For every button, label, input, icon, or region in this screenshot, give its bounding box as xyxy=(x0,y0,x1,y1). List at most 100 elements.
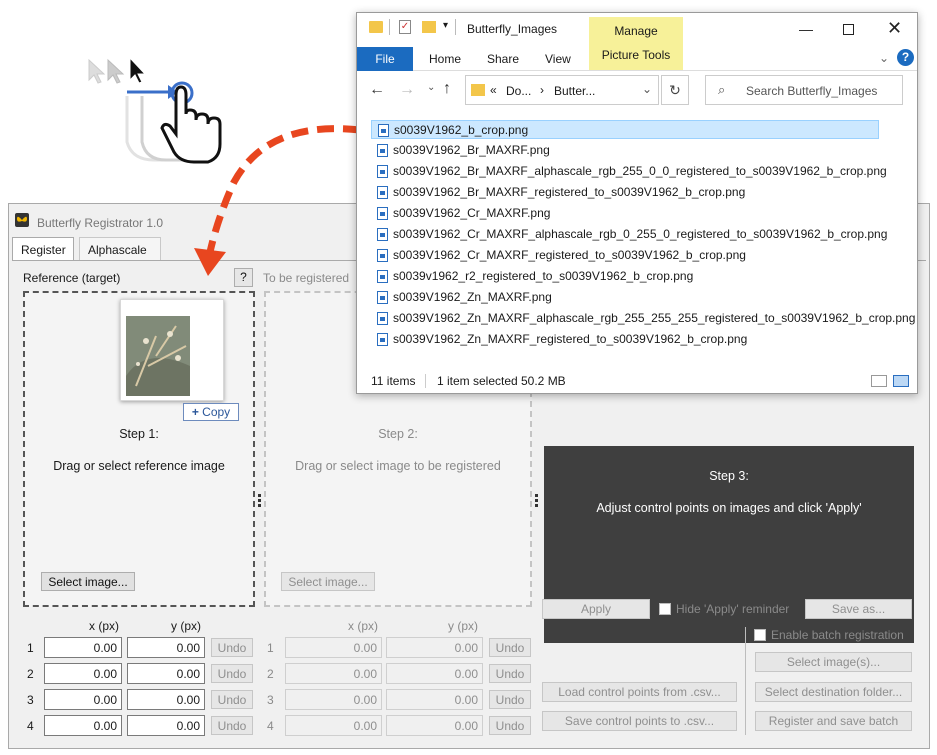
address-dropdown-icon[interactable]: ⌄ xyxy=(642,82,652,96)
quick-access-dropdown-icon[interactable]: ▾ xyxy=(443,20,448,31)
maximize-icon[interactable] xyxy=(843,24,854,35)
window-title: Butterfly_Images xyxy=(467,22,558,36)
ref-y-field[interactable]: 0.00 xyxy=(127,715,205,736)
minimize-icon[interactable]: — xyxy=(799,21,813,37)
file-item[interactable]: s0039V1962_Br_MAXRF_alphascale_rgb_255_0… xyxy=(371,162,887,181)
reg-x-field[interactable]: 0.00 xyxy=(285,663,382,684)
address-part[interactable]: Do... xyxy=(506,84,531,98)
file-item[interactable]: s0039V1962_Zn_MAXRF.png xyxy=(371,288,879,307)
tab-home[interactable]: Home xyxy=(429,52,461,66)
save-csv-button[interactable]: Save control points to .csv... xyxy=(542,711,737,731)
address-bar[interactable]: « Do... › Butter... ⌄ xyxy=(465,75,659,105)
tab-view[interactable]: View xyxy=(545,52,571,66)
ref-x-field[interactable]: 0.00 xyxy=(44,663,122,684)
enable-batch-label: Enable batch registration xyxy=(771,628,904,642)
ref-y-field[interactable]: 0.00 xyxy=(127,637,205,658)
file-item[interactable]: s0039V1962_Zn_MAXRF_registered_to_s0039V… xyxy=(371,330,879,349)
load-csv-button[interactable]: Load control points from .csv... xyxy=(542,682,737,702)
reg-x-field[interactable]: 0.00 xyxy=(285,689,382,710)
reg-y-field[interactable]: 0.00 xyxy=(386,637,483,658)
search-box[interactable]: ⌕ Search Butterfly_Images xyxy=(705,75,903,105)
image-file-icon xyxy=(377,207,388,220)
file-name: s0039V1962_Zn_MAXRF_registered_to_s0039V… xyxy=(393,332,748,346)
reference-drop-zone[interactable]: + Copy Step 1: Drag or select reference … xyxy=(23,291,255,607)
drag-arrow-illustration xyxy=(194,125,361,276)
hide-apply-checkbox[interactable] xyxy=(659,603,671,615)
reg-y-field[interactable]: 0.00 xyxy=(386,663,483,684)
reg-undo-button[interactable]: Undo xyxy=(489,638,531,657)
ref-undo-button[interactable]: Undo xyxy=(211,690,253,709)
close-icon[interactable]: ✕ xyxy=(887,18,902,39)
new-folder-icon[interactable] xyxy=(422,21,436,33)
reg-y-field[interactable]: 0.00 xyxy=(386,689,483,710)
file-name: s0039v1962_r2_registered_to_s0039V1962_b… xyxy=(393,269,694,283)
step3-text: Adjust control points on images and clic… xyxy=(596,501,862,515)
hide-apply-label: Hide 'Apply' reminder xyxy=(676,602,790,616)
row-number: 4 xyxy=(27,719,34,733)
refresh-icon[interactable]: ↻ xyxy=(661,75,689,105)
file-item[interactable]: s0039V1962_Cr_MAXRF.png xyxy=(371,204,879,223)
file-name: s0039V1962_Cr_MAXRF.png xyxy=(393,206,551,220)
reg-y-field[interactable]: 0.00 xyxy=(386,715,483,736)
step1-text: Drag or select reference image xyxy=(53,459,225,473)
tab-file[interactable]: File xyxy=(357,47,413,71)
large-icons-view-icon[interactable] xyxy=(893,375,909,387)
ribbon-collapse-icon[interactable]: ⌄ xyxy=(879,51,889,65)
tab-alphascale[interactable]: Alphascale xyxy=(79,237,161,261)
splitter-handle[interactable] xyxy=(258,494,262,508)
splitter-handle[interactable] xyxy=(535,494,539,508)
details-view-icon[interactable] xyxy=(871,375,887,387)
reg-x-field[interactable]: 0.00 xyxy=(285,637,382,658)
ref-y-header: y (px) xyxy=(171,619,201,633)
tab-register[interactable]: Register xyxy=(12,237,74,262)
file-item[interactable]: s0039V1962_Br_MAXRF.png xyxy=(371,141,879,160)
file-item[interactable]: s0039v1962_r2_registered_to_s0039V1962_b… xyxy=(371,267,879,286)
address-part[interactable]: Butter... xyxy=(554,84,595,98)
step3-title: Step 3: xyxy=(709,469,749,483)
image-file-icon xyxy=(377,291,388,304)
recent-dropdown-icon[interactable]: ⌄ xyxy=(427,82,435,93)
ref-x-field[interactable]: 0.00 xyxy=(44,689,122,710)
apply-button[interactable]: Apply xyxy=(542,599,650,619)
file-item[interactable]: s0039V1962_b_crop.png xyxy=(371,120,879,139)
folder-icon xyxy=(369,21,383,33)
file-item[interactable]: s0039V1962_Zn_MAXRF_alphascale_rgb_255_2… xyxy=(371,309,915,328)
cursor-icon xyxy=(88,56,147,84)
ref-undo-button[interactable]: Undo xyxy=(211,716,253,735)
help-icon[interactable]: ? xyxy=(897,49,914,66)
overflow-icon[interactable]: « xyxy=(490,83,497,97)
properties-icon[interactable]: ✓ xyxy=(399,20,411,34)
forward-arrow-icon[interactable]: → xyxy=(399,81,415,99)
file-item[interactable]: s0039V1962_Cr_MAXRF_registered_to_s0039V… xyxy=(371,246,879,265)
select-images-button[interactable]: Select image(s)... xyxy=(755,652,912,672)
ref-y-field[interactable]: 0.00 xyxy=(127,689,205,710)
enable-batch-checkbox[interactable] xyxy=(754,629,766,641)
file-name: s0039V1962_Zn_MAXRF.png xyxy=(393,290,552,304)
select-registered-image-button[interactable]: Select image... xyxy=(281,572,375,591)
status-bar: 11 items 1 item selected 50.2 MB xyxy=(357,369,917,393)
file-item[interactable]: s0039V1962_Cr_MAXRF_alphascale_rgb_0_255… xyxy=(371,225,887,244)
ref-undo-button[interactable]: Undo xyxy=(211,664,253,683)
ref-x-field[interactable]: 0.00 xyxy=(44,715,122,736)
reg-undo-button[interactable]: Undo xyxy=(489,664,531,683)
search-placeholder: Search Butterfly_Images xyxy=(746,84,878,98)
tab-share[interactable]: Share xyxy=(487,52,519,66)
reg-x-field[interactable]: 0.00 xyxy=(285,715,382,736)
file-item[interactable]: s0039V1962_Br_MAXRF_registered_to_s0039V… xyxy=(371,183,879,202)
step2-text: Drag or select image to be registered xyxy=(295,459,501,473)
ref-x-field[interactable]: 0.00 xyxy=(44,637,122,658)
select-reference-image-button[interactable]: Select image... xyxy=(41,572,135,591)
reg-undo-button[interactable]: Undo xyxy=(489,690,531,709)
reg-undo-button[interactable]: Undo xyxy=(489,716,531,735)
reference-thumbnail-card xyxy=(120,299,224,401)
file-name: s0039V1962_Cr_MAXRF_alphascale_rgb_0_255… xyxy=(393,227,888,241)
back-arrow-icon[interactable]: ← xyxy=(369,81,385,99)
selection-size: 50.2 MB xyxy=(521,374,566,388)
ref-undo-button[interactable]: Undo xyxy=(211,638,253,657)
save-as-button[interactable]: Save as... xyxy=(805,599,912,619)
register-batch-button[interactable]: Register and save batch xyxy=(755,711,912,731)
select-destination-button[interactable]: Select destination folder... xyxy=(755,682,912,702)
ref-y-field[interactable]: 0.00 xyxy=(127,663,205,684)
selection-info: 1 item selected xyxy=(437,374,518,388)
up-arrow-icon[interactable]: ↑ xyxy=(443,80,451,98)
